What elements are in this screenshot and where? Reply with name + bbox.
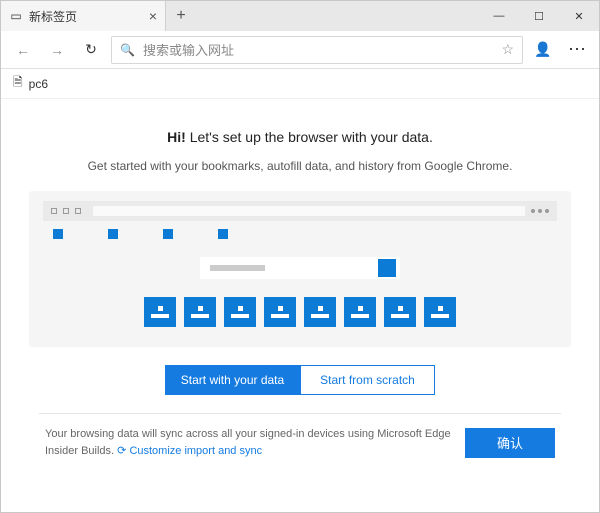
- bookmark-item[interactable]: pc6: [29, 77, 48, 91]
- illus-address-bar: [93, 206, 525, 216]
- setup-footer: Your browsing data will sync across all …: [39, 413, 561, 459]
- close-tab-icon[interactable]: ×: [149, 8, 157, 24]
- footer-text: Your browsing data will sync across all …: [45, 426, 451, 459]
- tab-page-icon: ▭: [9, 9, 23, 23]
- address-placeholder: 搜索或输入网址: [143, 40, 493, 59]
- setup-choices: Start with your data Start from scratch: [29, 365, 571, 395]
- tab-title: 新标签页: [29, 8, 143, 25]
- more-menu-button[interactable]: ⋯: [563, 36, 591, 64]
- browser-tab[interactable]: ▭ 新标签页 ×: [1, 1, 166, 31]
- bookmarks-bar: 🗎 pc6: [1, 69, 599, 99]
- forward-button[interactable]: →: [43, 36, 71, 64]
- illus-nav-icon: [63, 208, 69, 214]
- minimize-button[interactable]: —: [479, 1, 519, 31]
- start-with-data-button[interactable]: Start with your data: [165, 365, 300, 395]
- illus-bookmarks: [43, 221, 557, 253]
- nav-toolbar: ← → ↻ 🔍 搜索或输入网址 ☆ 👤 ⋯: [1, 31, 599, 69]
- confirm-button[interactable]: 确认: [465, 428, 555, 458]
- profile-button[interactable]: 👤: [529, 36, 557, 64]
- favorite-icon[interactable]: ☆: [501, 41, 514, 58]
- illus-search: [200, 257, 400, 279]
- reload-button[interactable]: ↻: [77, 36, 105, 64]
- title-bar: ▭ 新标签页 × + — ☐ ✕: [1, 1, 599, 31]
- illus-nav-icon: [75, 208, 81, 214]
- setup-page: Hi! Let's set up the browser with your d…: [1, 99, 599, 459]
- file-icon: 🗎: [13, 73, 23, 94]
- setup-subtext: Get started with your bookmarks, autofil…: [29, 159, 571, 173]
- search-icon: 🔍: [120, 43, 135, 57]
- illus-toolbar: [43, 201, 557, 221]
- illus-tiles: [43, 297, 557, 327]
- start-from-scratch-button[interactable]: Start from scratch: [300, 365, 435, 395]
- maximize-button[interactable]: ☐: [519, 1, 559, 31]
- setup-hi: Hi!: [167, 129, 186, 145]
- illus-nav-icon: [51, 208, 57, 214]
- browser-illustration: [29, 191, 571, 347]
- address-bar[interactable]: 🔍 搜索或输入网址 ☆: [111, 36, 523, 64]
- customize-sync-link[interactable]: Customize import and sync: [129, 445, 262, 457]
- back-button[interactable]: ←: [9, 36, 37, 64]
- new-tab-button[interactable]: +: [166, 1, 196, 31]
- setup-headline: Hi! Let's set up the browser with your d…: [29, 129, 571, 145]
- close-window-button[interactable]: ✕: [559, 1, 599, 31]
- setup-headline-rest: Let's set up the browser with your data.: [186, 129, 433, 145]
- sync-icon: ⟳: [117, 445, 126, 457]
- illus-menu-icon: [531, 209, 549, 213]
